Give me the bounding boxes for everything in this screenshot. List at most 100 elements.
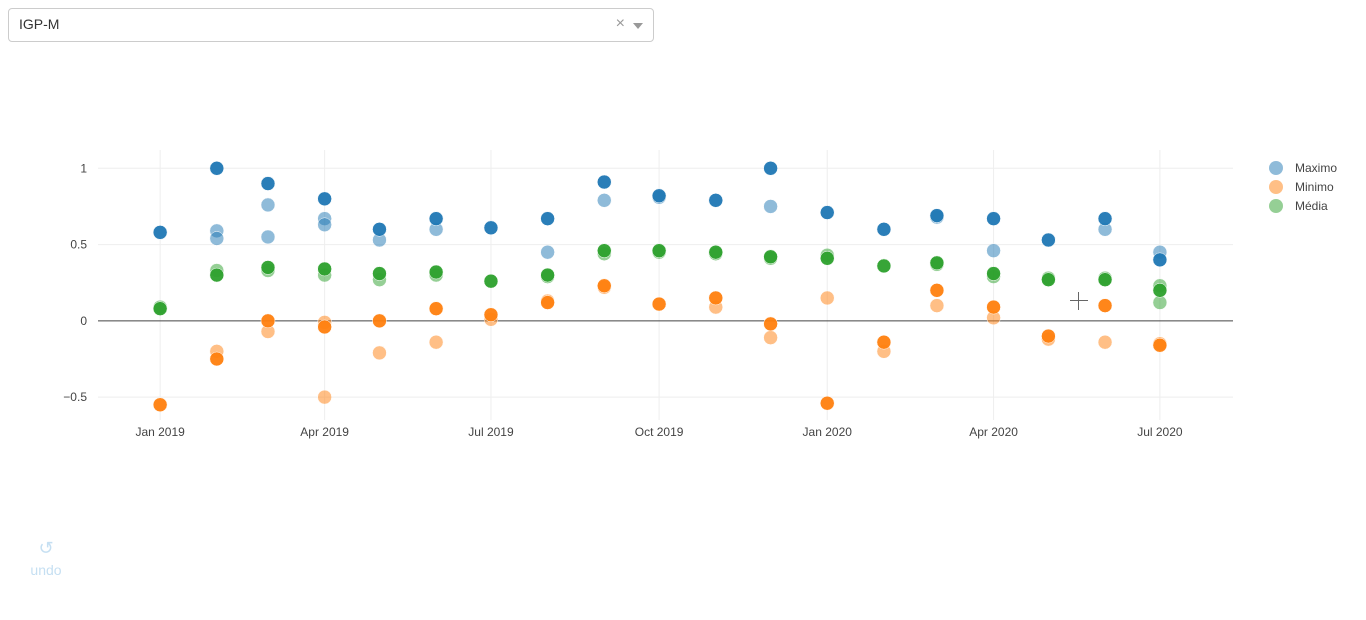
point-mdia-10[interactable]: [428, 264, 444, 280]
point-maximo-31[interactable]: [1097, 211, 1113, 226]
point-minimo-5[interactable]: [317, 319, 332, 335]
point-mdia-23[interactable]: [820, 251, 835, 266]
point-mdia-12[interactable]: [483, 273, 499, 289]
point-minimo-35[interactable]: [1152, 338, 1168, 353]
x-tick-label: Apr 2019: [300, 425, 349, 439]
point-minimo-33[interactable]: [1097, 298, 1113, 313]
point-mdia-8[interactable]: [372, 266, 387, 281]
point-minimo-12[interactable]: [483, 307, 499, 322]
point-maximo-29[interactable]: [986, 243, 1001, 258]
x-tick-label: Jan 2019: [135, 425, 185, 439]
point-minimo-7[interactable]: [317, 389, 332, 405]
point-mdia-6[interactable]: [317, 261, 332, 277]
point-minimo-10[interactable]: [428, 301, 444, 316]
point-maximo-18[interactable]: [597, 193, 612, 208]
legend-marker: [1269, 199, 1283, 213]
point-maximo-33[interactable]: [1152, 252, 1168, 268]
point-mdia-25[interactable]: [876, 258, 892, 274]
data-points: [152, 161, 1168, 412]
y-tick-label: 1: [80, 161, 87, 175]
point-mdia-17[interactable]: [651, 243, 667, 258]
legend-item[interactable]: Minimo: [1269, 180, 1334, 194]
point-maximo-15[interactable]: [540, 211, 555, 226]
point-mdia-32[interactable]: [1097, 272, 1113, 287]
legend-item[interactable]: Média: [1269, 199, 1328, 213]
point-maximo-21[interactable]: [708, 193, 724, 208]
legend-item[interactable]: Maximo: [1269, 161, 1337, 175]
y-tick-label: 0: [80, 314, 87, 328]
point-maximo-6[interactable]: [260, 229, 276, 245]
point-maximo-30[interactable]: [1041, 232, 1056, 248]
point-minimo-28[interactable]: [929, 298, 945, 313]
point-mdia-28[interactable]: [986, 266, 1001, 281]
x-tick-label: Oct 2019: [635, 425, 684, 439]
x-tick-label: Jan 2020: [803, 425, 853, 439]
point-minimo-23[interactable]: [820, 395, 835, 411]
scatter-chart[interactable]: Jan 2019 Apr 2019 Jul 2019 Oct 2019 Jan 2020…: [0, 0, 1366, 620]
point-mdia-2[interactable]: [209, 267, 225, 283]
point-mdia-21[interactable]: [763, 249, 778, 265]
y-axis: 1 0.5 0 −0.5: [63, 161, 87, 404]
x-tick-label: Jul 2020: [1137, 425, 1183, 439]
point-maximo-17[interactable]: [597, 174, 612, 190]
point-maximo-23[interactable]: [763, 199, 778, 214]
y-tick-label: −0.5: [63, 390, 87, 404]
point-maximo-12[interactable]: [428, 211, 444, 226]
point-minimo-24[interactable]: [820, 290, 835, 306]
point-minimo-34[interactable]: [1097, 334, 1113, 350]
crosshair-cursor: [1070, 292, 1088, 310]
point-maximo-10[interactable]: [372, 222, 387, 237]
point-maximo-19[interactable]: [651, 188, 667, 204]
point-minimo-9[interactable]: [372, 345, 387, 361]
point-mdia-13[interactable]: [540, 267, 555, 283]
point-minimo-3[interactable]: [260, 313, 276, 329]
point-maximo-4[interactable]: [260, 176, 276, 191]
point-maximo-5[interactable]: [260, 197, 276, 213]
legend[interactable]: Maximo Minimo Média: [1269, 161, 1337, 213]
point-mdia-0[interactable]: [152, 301, 168, 316]
point-mdia-26[interactable]: [929, 255, 945, 271]
point-mdia-36[interactable]: [1152, 295, 1168, 310]
point-maximo-22[interactable]: [763, 161, 778, 176]
point-minimo-21[interactable]: [763, 316, 778, 332]
point-maximo-14[interactable]: [483, 220, 499, 236]
point-minimo-27[interactable]: [929, 283, 945, 298]
point-minimo-18[interactable]: [651, 296, 667, 312]
point-maximo-16[interactable]: [540, 244, 555, 260]
undo-icon: ↺: [38, 538, 54, 558]
point-maximo-0[interactable]: [152, 225, 168, 240]
point-mdia-19[interactable]: [708, 244, 724, 260]
point-minimo-22[interactable]: [763, 330, 778, 345]
point-maximo-9[interactable]: [317, 217, 332, 232]
point-minimo-25[interactable]: [876, 334, 892, 350]
point-maximo-7[interactable]: [317, 191, 332, 207]
legend-label: Minimo: [1295, 180, 1334, 194]
x-tick-label: Jul 2019: [468, 425, 514, 439]
point-maximo-24[interactable]: [820, 205, 835, 220]
point-minimo-29[interactable]: [986, 299, 1001, 315]
point-minimo-11[interactable]: [428, 334, 444, 350]
legend-marker: [1269, 180, 1283, 194]
legend-label: Média: [1295, 199, 1328, 213]
point-minimo-8[interactable]: [372, 313, 387, 329]
point-minimo-14[interactable]: [540, 295, 555, 310]
point-minimo-0[interactable]: [152, 397, 168, 412]
point-maximo-3[interactable]: [209, 231, 225, 246]
point-maximo-25[interactable]: [876, 222, 892, 237]
y-tick-label: 0.5: [70, 238, 87, 252]
point-mdia-4[interactable]: [260, 260, 276, 275]
point-minimo-1[interactable]: [209, 351, 225, 367]
point-maximo-1[interactable]: [209, 161, 225, 176]
legend-marker: [1269, 161, 1283, 175]
point-minimo-31[interactable]: [1041, 328, 1056, 344]
point-mdia-30[interactable]: [1041, 272, 1056, 287]
legend-label: Maximo: [1295, 161, 1337, 175]
x-tick-label: Apr 2020: [969, 425, 1018, 439]
point-maximo-28[interactable]: [986, 211, 1001, 226]
point-minimo-16[interactable]: [597, 278, 612, 294]
point-maximo-26[interactable]: [929, 208, 945, 223]
point-mdia-34[interactable]: [1152, 283, 1168, 298]
point-mdia-15[interactable]: [597, 243, 612, 258]
point-minimo-19[interactable]: [708, 290, 724, 306]
undo-button[interactable]: ↺ undo: [28, 538, 64, 578]
